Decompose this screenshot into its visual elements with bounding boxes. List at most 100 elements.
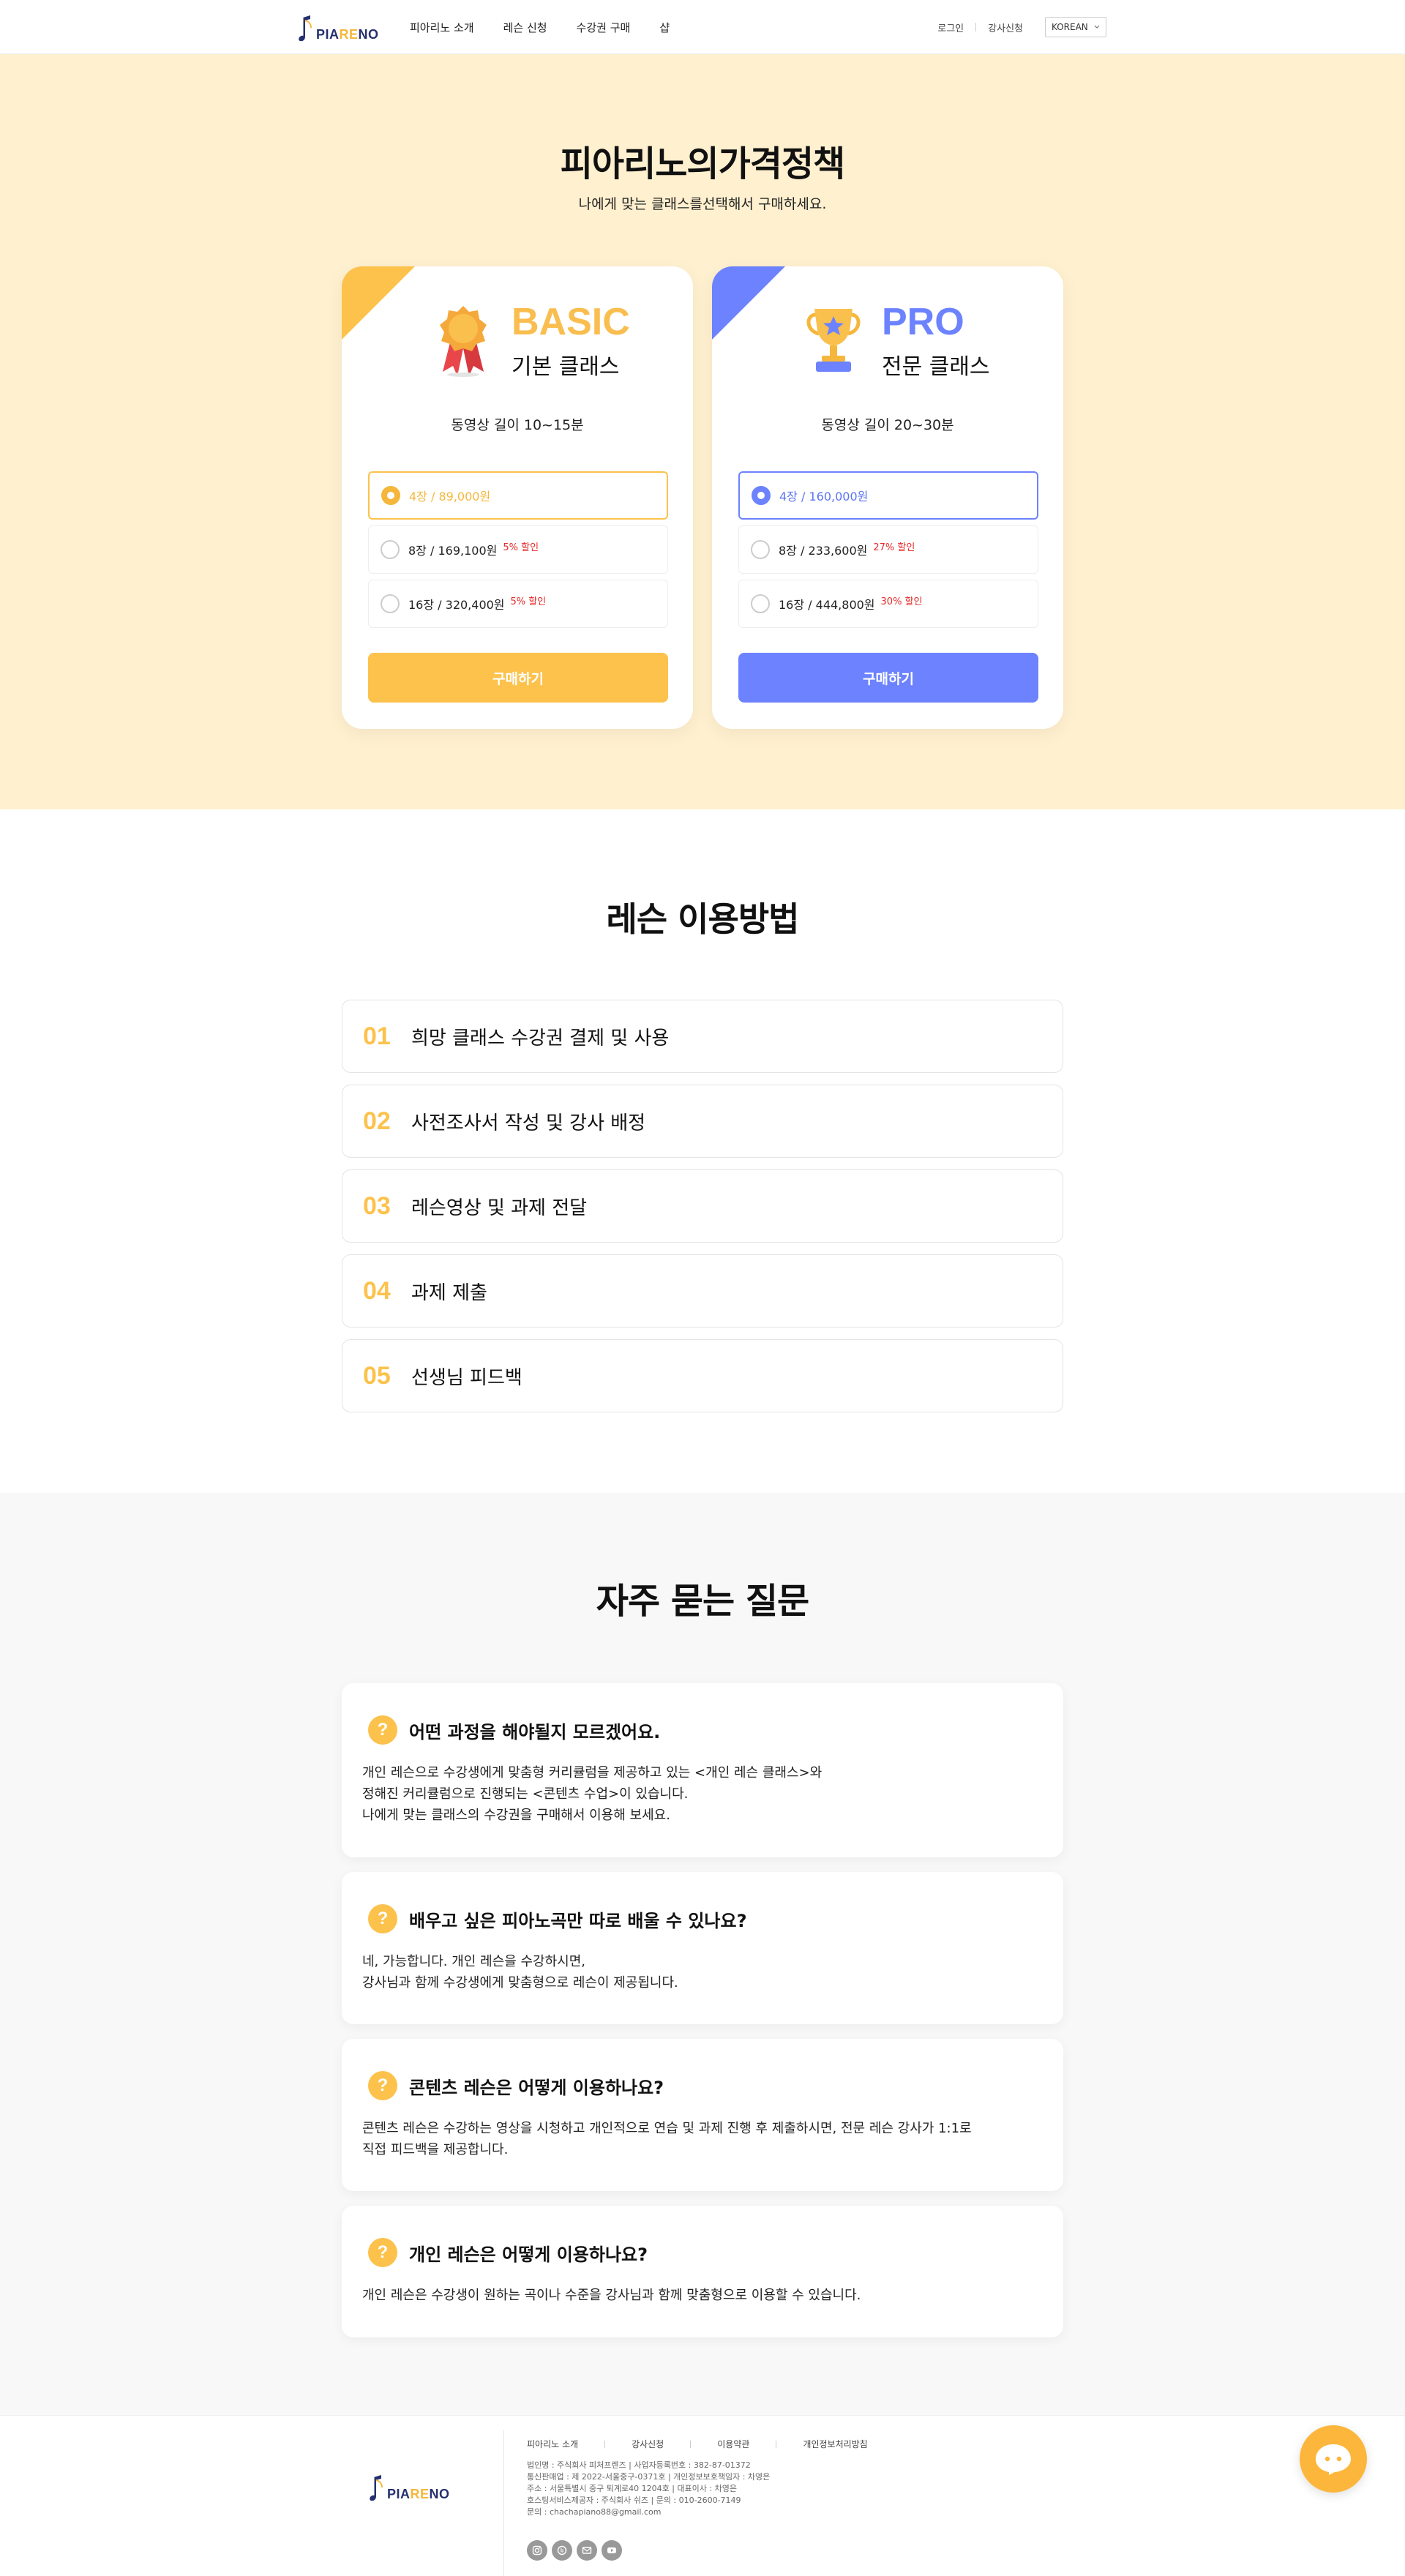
radio-icon (381, 540, 400, 559)
pricing-subtitle: 나에게 맞는 클래스를선택해서 구매하세요. (578, 196, 827, 212)
nav-item-about[interactable]: 피아리노 소개 (410, 20, 474, 35)
footer-link-terms[interactable]: 이용약관 (717, 2438, 749, 2450)
plan-option-4[interactable]: 4장 / 160,000원 (738, 471, 1038, 520)
teacher-apply-link[interactable]: 강사신청 (988, 20, 1023, 34)
plan-option-8[interactable]: 8장 / 169,100원 5% 할인 (368, 525, 668, 574)
step-item: 03 레슨영상 및 과제 전달 (342, 1169, 1063, 1243)
step-number: 02 (363, 1107, 391, 1135)
site-footer: PIARENO 피아리노 소개 강사신청 이용약관 개인정보처리방침 법인명 :… (0, 2415, 1405, 2576)
faq-title: 자주 묻는 질문 (596, 1581, 809, 1622)
faq-answer: 개인 레슨으로 수강생에게 맞춤형 커리큘럼을 제공하고 있는 <개인 레슨 클… (362, 1765, 823, 1823)
music-note-icon (299, 15, 312, 42)
plan-option-8[interactable]: 8장 / 233,600원 27% 할인 (738, 525, 1038, 574)
plan-option-4[interactable]: 4장 / 89,000원 (368, 471, 668, 520)
login-link[interactable]: 로그인 (937, 20, 964, 34)
option-label: 4장 / 89,000원 (409, 490, 491, 503)
mail-icon[interactable] (577, 2540, 597, 2561)
step-text: 과제 제출 (411, 1281, 487, 1304)
footer-links: 피아리노 소개 강사신청 이용약관 개인정보처리방침 (527, 2438, 868, 2450)
footer-divider (503, 2430, 504, 2576)
step-item: 01 희망 클래스 수강권 결제 및 사용 (342, 1000, 1063, 1073)
step-item: 04 과제 제출 (342, 1254, 1063, 1328)
plan-option-16[interactable]: 16장 / 320,400원 5% 할인 (368, 580, 668, 628)
faq-question: 개인 레슨은 어떻게 이용하나요? (409, 2244, 648, 2265)
language-select[interactable]: KOREAN (1045, 17, 1106, 37)
question-icon: ? (368, 2238, 397, 2267)
sns-links: b (527, 2540, 622, 2561)
howto-title: 레슨 이용방법 (606, 899, 800, 939)
step-number: 04 (363, 1276, 391, 1305)
step-item: 02 사전조사서 작성 및 강사 배정 (342, 1085, 1063, 1158)
radio-selected-icon (381, 486, 400, 505)
question-icon: ? (368, 1904, 397, 1933)
faq-answer: 콘텐츠 레슨은 수강하는 영상을 시청하고 개인적으로 연습 및 과제 진행 후… (362, 2121, 972, 2157)
plan-name-kr: 전문 클래스 (882, 354, 990, 380)
site-header: PIARENO 피아리노 소개 레슨 신청 수강권 구매 샵 로그인 강사신청 … (0, 0, 1405, 54)
faq-question: 어떤 과정을 해야될지 모르겠어요. (409, 1721, 661, 1742)
divider (975, 23, 977, 31)
faq-item[interactable]: ? 콘텐츠 레슨은 어떻게 이용하나요? 콘텐츠 레슨은 수강하는 영상을 시청… (342, 2039, 1063, 2191)
instagram-icon[interactable] (527, 2540, 547, 2561)
chat-bubble-icon (1316, 2444, 1351, 2475)
buy-button-basic[interactable]: 구매하기 (368, 653, 668, 703)
trophy-icon (806, 309, 861, 372)
header-utility: 로그인 강사신청 KOREAN (937, 0, 1106, 54)
discount-badge: 5% 할인 (503, 542, 539, 553)
buy-button-pro[interactable]: 구매하기 (738, 653, 1038, 703)
option-label: 16장 / 320,400원 (408, 598, 505, 612)
discount-badge: 5% 할인 (510, 596, 547, 607)
step-number: 01 (363, 1022, 391, 1050)
faq-item[interactable]: ? 어떤 과정을 해야될지 모르겠어요. 개인 레슨으로 수강생에게 맞춤형 커… (342, 1683, 1063, 1857)
plan-name: PRO (882, 301, 964, 343)
radio-icon (381, 594, 400, 613)
plan-option-16[interactable]: 16장 / 444,800원 30% 할인 (738, 580, 1038, 628)
language-value: KOREAN (1052, 22, 1088, 32)
question-icon: ? (368, 1715, 397, 1745)
faq-item[interactable]: ? 개인 레슨은 어떻게 이용하나요? 개인 레슨은 수강생이 원하는 곡이나 … (342, 2206, 1063, 2337)
radio-icon (751, 540, 770, 559)
faq-answer: 네, 가능합니다. 개인 레슨을 수강하시면, 강사님과 함께 수강생에게 맞춤… (362, 1954, 678, 1991)
faq-section: 자주 묻는 질문 ? 어떤 과정을 해야될지 모르겠어요. 개인 레슨으로 수강… (0, 1493, 1405, 2415)
nav-item-shop[interactable]: 샵 (659, 20, 670, 35)
plan-name-kr: 기본 클래스 (512, 354, 620, 380)
footer-link-teacher-apply[interactable]: 강사신청 (632, 2438, 664, 2450)
music-note-icon (370, 2475, 383, 2501)
pricing-title: 피아리노의가격정책 (560, 143, 845, 184)
card-corner-ribbon (342, 266, 415, 340)
faq-question: 콘텐츠 레슨은 어떻게 이용하나요? (409, 2077, 664, 2098)
footer-link-about[interactable]: 피아리노 소개 (527, 2438, 578, 2450)
faq-question: 배우고 싶은 피아노곡만 따로 배울 수 있나요? (409, 1910, 747, 1931)
plan-duration: 동영상 길이 10~15분 (451, 417, 584, 433)
discount-badge: 27% 할인 (873, 542, 915, 553)
chat-button[interactable] (1300, 2425, 1367, 2493)
step-text: 레슨영상 및 과제 전달 (411, 1197, 588, 1219)
step-item: 05 선생님 피드백 (342, 1339, 1063, 1412)
card-corner-ribbon (712, 266, 785, 340)
piareno-logo[interactable]: PIARENO (299, 12, 379, 44)
question-icon: ? (368, 2071, 397, 2100)
medal-ribbon-icon (440, 306, 487, 377)
option-label: 8장 / 169,100원 (408, 544, 498, 558)
radio-selected-icon (752, 486, 771, 505)
step-text: 선생님 피드백 (411, 1366, 522, 1389)
youtube-icon[interactable] (602, 2540, 622, 2561)
step-number: 05 (363, 1361, 391, 1390)
company-info: 법인명 : 주식회사 피처프렌즈 | 사업자등록번호 : 382-87-0137… (527, 2460, 771, 2517)
step-number: 03 (363, 1191, 391, 1220)
footer-link-privacy[interactable]: 개인정보처리방침 (803, 2438, 867, 2450)
radio-icon (751, 594, 770, 613)
plan-duration: 동영상 길이 20~30분 (821, 417, 954, 433)
nav-item-buy-pass[interactable]: 수강권 구매 (577, 20, 631, 35)
step-text: 사전조사서 작성 및 강사 배정 (411, 1112, 646, 1134)
faq-answer: 개인 레슨은 수강생이 원하는 곡이나 수준을 강사님과 함께 맞춤형으로 이용… (362, 2288, 861, 2303)
chevron-down-icon (1094, 25, 1100, 29)
blog-icon[interactable]: b (552, 2540, 572, 2561)
footer-logo[interactable]: PIARENO (370, 2474, 450, 2504)
faq-item[interactable]: ? 배우고 싶은 피아노곡만 따로 배울 수 있나요? 네, 가능합니다. 개인… (342, 1872, 1063, 2024)
pricing-section: 피아리노의가격정책 나에게 맞는 클래스를선택해서 구매하세요. BASIC 기… (0, 54, 1405, 809)
main-nav: 피아리노 소개 레슨 신청 수강권 구매 샵 (410, 0, 670, 54)
svg-text:b: b (561, 2549, 563, 2554)
option-label: 16장 / 444,800원 (779, 598, 875, 612)
discount-badge: 30% 할인 (880, 596, 923, 607)
nav-item-lesson-apply[interactable]: 레슨 신청 (503, 20, 547, 35)
